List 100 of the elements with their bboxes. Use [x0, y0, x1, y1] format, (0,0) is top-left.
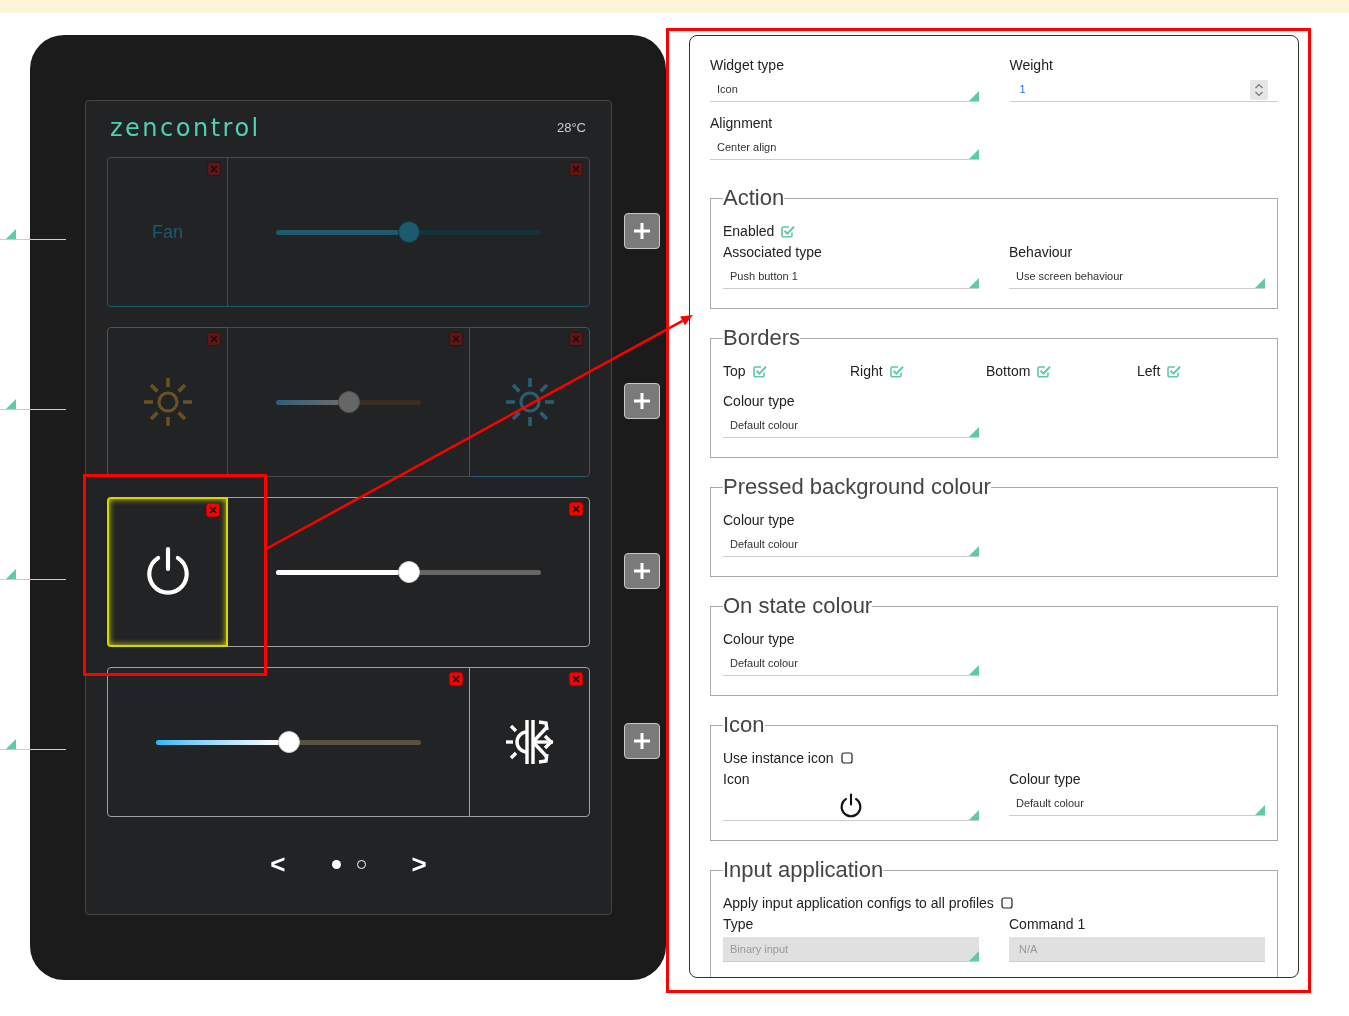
corner-triangle-icon: [969, 278, 979, 288]
spinner-icon[interactable]: [1250, 79, 1268, 100]
field-label: Type: [723, 915, 754, 933]
tile-label: Fan: [152, 220, 183, 244]
temperature-reading: 28°C: [556, 119, 586, 138]
checkbox[interactable]: [781, 224, 796, 238]
corner-triangle-icon: [6, 739, 16, 749]
corner-triangle-icon: [969, 427, 979, 437]
field-label: Weight: [1009, 56, 1053, 74]
section-title: Icon: [723, 712, 765, 738]
checkbox-label: Enabled: [723, 222, 775, 240]
control-tile[interactable]: [469, 327, 590, 477]
corner-triangle-icon: [6, 399, 16, 409]
sun-icon: [504, 377, 555, 427]
field-label: Widget type: [710, 56, 784, 74]
corner-triangle-icon: [968, 91, 979, 101]
close-icon: [209, 506, 217, 514]
field-label: Behaviour: [1009, 243, 1073, 261]
select-field[interactable]: [0, 398, 66, 410]
slider-thumb[interactable]: [337, 391, 360, 413]
select-field[interactable]: Default colour: [723, 533, 979, 557]
add-button[interactable]: [624, 553, 660, 589]
field-label: Icon: [723, 770, 750, 788]
corner-triangle-icon: [969, 810, 979, 820]
close-icon: [210, 335, 218, 343]
select-field[interactable]: [0, 568, 66, 580]
close-icon: [572, 675, 580, 683]
control-tile[interactable]: [227, 157, 590, 307]
corner-triangle-icon: [1255, 805, 1265, 815]
select-field[interactable]: [0, 738, 66, 750]
add-button[interactable]: [624, 213, 660, 249]
power-icon: [838, 793, 864, 819]
close-icon: [572, 165, 580, 173]
checkbox[interactable]: [889, 364, 904, 378]
add-button[interactable]: [624, 723, 660, 759]
control-tile[interactable]: [469, 667, 590, 817]
field-label: Colour type: [1009, 770, 1081, 788]
control-tile[interactable]: [107, 327, 228, 477]
field-label: Colour type: [723, 511, 795, 529]
remove-button[interactable]: [569, 672, 583, 686]
checkbox[interactable]: [1167, 364, 1182, 378]
control-tile[interactable]: [227, 497, 590, 647]
corner-triangle-icon: [6, 569, 16, 579]
control-tile[interactable]: [107, 667, 470, 817]
section-title: Action: [723, 185, 785, 211]
select-field[interactable]: Default colour: [723, 652, 979, 676]
plus-icon: [632, 561, 652, 581]
checkbox-label: Apply input application configs to all profiles: [723, 894, 994, 912]
select-field[interactable]: Center align: [710, 136, 979, 160]
checkbox-label: Bottom: [986, 362, 1031, 380]
plus-icon: [632, 731, 652, 751]
select-field[interactable]: [0, 228, 66, 240]
select-field[interactable]: Icon: [710, 78, 979, 102]
slider-thumb[interactable]: [397, 221, 420, 243]
section-title: Input application: [723, 857, 884, 883]
select-field[interactable]: Default colour: [1009, 792, 1265, 816]
corner-triangle-icon: [969, 951, 979, 961]
select-field[interactable]: Push button 1: [723, 265, 979, 289]
field-label: Command 1: [1009, 915, 1086, 933]
sun-icon: [142, 377, 193, 427]
previous-page-button[interactable]: <: [270, 851, 286, 877]
checkbox[interactable]: [1000, 897, 1013, 909]
checkbox-label: Use instance icon: [723, 749, 834, 767]
close-icon: [572, 335, 580, 343]
close-icon: [452, 675, 460, 683]
checkbox-label: Top: [723, 362, 746, 380]
select-field[interactable]: Use screen behaviour: [1009, 265, 1265, 289]
number-field[interactable]: 1: [1009, 78, 1278, 102]
next-page-button[interactable]: >: [411, 851, 427, 877]
corner-triangle-icon: [1255, 278, 1265, 288]
corner-triangle-icon: [969, 546, 979, 556]
checkbox[interactable]: [752, 364, 767, 378]
select-field[interactable]: Default colour: [723, 414, 979, 438]
add-button[interactable]: [624, 383, 660, 419]
field-label: Associated type: [723, 243, 822, 261]
brand-logo: zencontrol: [110, 114, 261, 142]
field-label: Alignment: [710, 114, 773, 132]
icon-select-field[interactable]: [723, 792, 979, 821]
plus-icon: [632, 221, 652, 241]
field-label: Colour type: [723, 392, 795, 410]
plus-icon: [632, 391, 652, 411]
sun-snowflake-icon: [504, 717, 555, 767]
checkbox-label: Right: [850, 362, 883, 380]
section-title: Borders: [723, 325, 801, 351]
section-title: On state colour: [723, 593, 873, 619]
checkbox[interactable]: [840, 752, 853, 764]
field-label: Colour type: [723, 630, 795, 648]
slider-fill: [276, 399, 338, 405]
close-icon: [210, 165, 218, 173]
corner-triangle-icon: [6, 229, 16, 239]
remove-button[interactable]: [569, 502, 583, 516]
corner-triangle-icon: [968, 149, 979, 159]
checkbox[interactable]: [1037, 364, 1052, 378]
close-icon: [452, 335, 460, 343]
section-title: Pressed background colour: [723, 474, 991, 500]
control-tile[interactable]: [227, 327, 470, 477]
remove-button[interactable]: [206, 503, 220, 517]
checkbox-label: Left: [1137, 362, 1161, 380]
close-icon: [572, 505, 580, 513]
remove-button[interactable]: [449, 672, 463, 686]
